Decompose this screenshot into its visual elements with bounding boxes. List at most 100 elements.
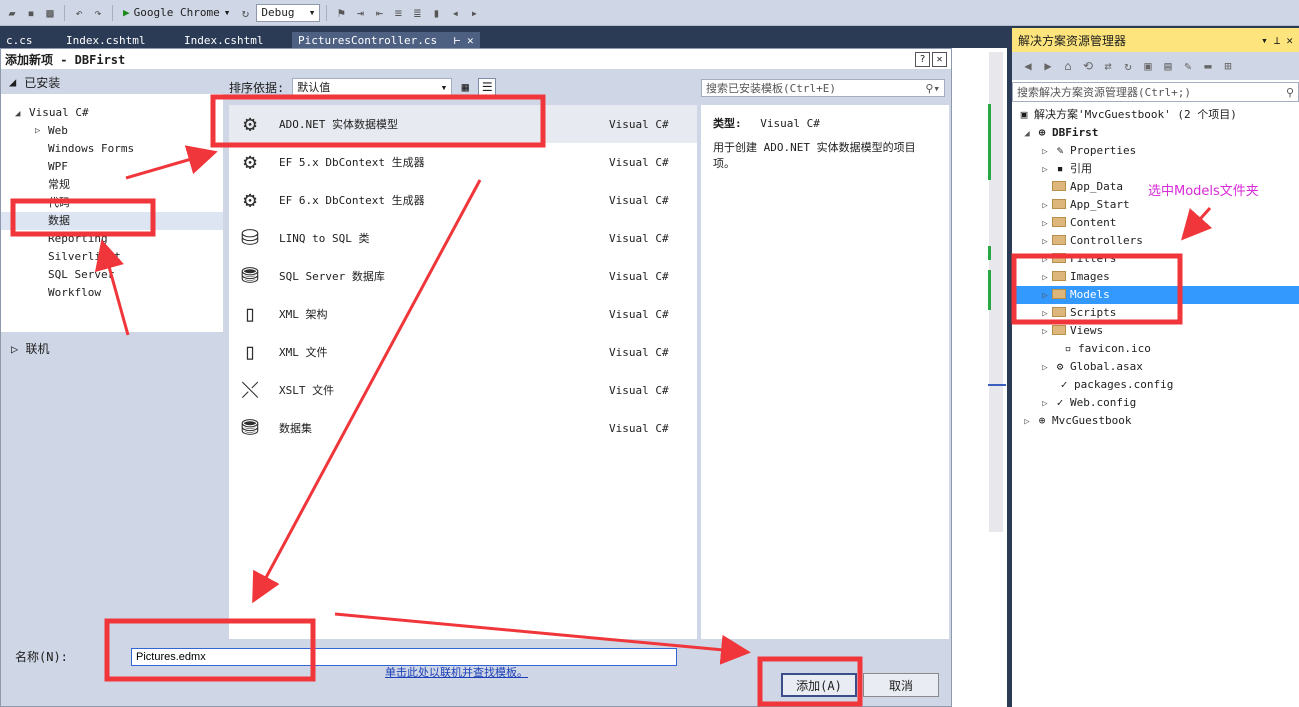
editor-scrollbar[interactable]: [989, 52, 1003, 532]
indent-icon[interactable]: ⇥: [352, 5, 368, 21]
tree-item-references[interactable]: ▷ ▪ 引用: [1012, 160, 1299, 178]
bookmark-icon[interactable]: ▮: [428, 5, 444, 21]
tree-item-reporting[interactable]: Reporting: [1, 230, 223, 248]
uncomment-icon[interactable]: ≣: [409, 5, 425, 21]
history-icon[interactable]: ⟲: [1080, 58, 1096, 74]
refresh-icon[interactable]: ↻: [1120, 58, 1136, 74]
tree-item-windows-forms[interactable]: Windows Forms: [1, 140, 223, 158]
add-button[interactable]: 添加(A): [781, 673, 857, 697]
change-marker: [988, 104, 991, 180]
tree-item-general[interactable]: 常规: [1, 176, 223, 194]
online-section[interactable]: ▷ 联机: [1, 332, 223, 638]
properties-icon[interactable]: ✎: [1180, 58, 1196, 74]
doc-tab[interactable]: Index.cshtml: [178, 32, 269, 48]
list-view-icon[interactable]: ☰: [478, 78, 497, 96]
tree-item-file[interactable]: ▷ ✓ Web.config: [1012, 394, 1299, 412]
close-icon[interactable]: ✕: [467, 34, 474, 47]
doc-tab[interactable]: c.cs: [0, 32, 39, 48]
tree-item-folder[interactable]: ▷ Content: [1012, 214, 1299, 232]
template-item[interactable]: ⚙ EF 5.x DbContext 生成器 Visual C#: [229, 143, 697, 181]
tree-item-code[interactable]: 代码: [1, 194, 223, 212]
grid-view-icon[interactable]: ▦: [456, 78, 474, 96]
tree-item-visual-csharp[interactable]: ◢ Visual C#: [1, 104, 223, 122]
home-icon[interactable]: ⌂: [1060, 58, 1076, 74]
next-bookmark-icon[interactable]: ▸: [466, 5, 482, 21]
tree-item-workflow[interactable]: Workflow: [1, 284, 223, 302]
tree-item-wpf[interactable]: WPF: [1, 158, 223, 176]
tree-item-project[interactable]: ◢ ⊕ DBFirst: [1012, 124, 1299, 142]
template-item[interactable]: ⛃ SQL Server 数据库 Visual C#: [229, 257, 697, 295]
tree-item-file[interactable]: ✓ packages.config: [1012, 376, 1299, 394]
solution-search-input[interactable]: 搜索解决方案资源管理器(Ctrl+;) ⚲: [1012, 82, 1299, 102]
tree-item-folder[interactable]: ▷ Views: [1012, 322, 1299, 340]
config-file-icon: ✓: [1060, 378, 1068, 391]
save-all-icon[interactable]: ▩: [42, 5, 58, 21]
tree-item-web[interactable]: ▷ Web: [1, 122, 223, 140]
web-project-icon: ⊕: [1038, 126, 1046, 139]
chevron-down-icon[interactable]: ▾: [1261, 34, 1268, 47]
tree-item-models-folder[interactable]: ▷ Models: [1012, 286, 1299, 304]
folder-icon: [1052, 181, 1066, 191]
back-icon[interactable]: ◀: [1020, 58, 1036, 74]
tree-item-sql-server[interactable]: SQL Server: [1, 266, 223, 284]
preview-icon[interactable]: ▬: [1200, 58, 1216, 74]
installed-header[interactable]: ◢ 已安装: [1, 70, 223, 94]
template-list: ⚙ ADO.NET 实体数据模型 Visual C# ⚙ EF 5.x DbCo…: [229, 105, 697, 679]
solution-tree: ▣ 解决方案'MvcGuestbook' (2 个项目) ◢ ⊕ DBFirst ▷ ✎…: [1012, 104, 1299, 430]
sync-icon[interactable]: ⇄: [1100, 58, 1116, 74]
tree-item-project[interactable]: ▷ ⊕ MvcGuestbook: [1012, 412, 1299, 430]
tree-item-folder[interactable]: ▷ Images: [1012, 268, 1299, 286]
template-search-input[interactable]: 搜索已安装模板(Ctrl+E) ⚲▾: [701, 79, 945, 97]
help-icon[interactable]: ?: [915, 51, 930, 67]
collapse-all-icon[interactable]: ▣: [1140, 58, 1156, 74]
doc-tab-active[interactable]: PicturesController.cs ⊢ ✕: [292, 32, 480, 48]
sort-select[interactable]: 默认值 ▾: [292, 78, 453, 96]
pin-icon[interactable]: ⊢: [454, 34, 461, 47]
tree-item-silverlight[interactable]: Silverlight: [1, 248, 223, 266]
tree-item-file[interactable]: ▷ ⚙ Global.asax: [1012, 358, 1299, 376]
show-all-files-icon[interactable]: ▤: [1160, 58, 1176, 74]
undo-icon[interactable]: ↶: [71, 5, 87, 21]
template-item[interactable]: ⤬ XSLT 文件 Visual C#: [229, 371, 697, 409]
template-item[interactable]: ⛁ LINQ to SQL 类 Visual C#: [229, 219, 697, 257]
template-item[interactable]: ⛃ 数据集 Visual C#: [229, 409, 697, 447]
save-icon[interactable]: ▪: [23, 5, 39, 21]
tree-item-file[interactable]: ▫ favicon.ico: [1012, 340, 1299, 358]
doc-tab-label: Index.cshtml: [66, 34, 146, 47]
refresh-icon[interactable]: ↻: [237, 5, 253, 21]
cancel-button[interactable]: 取消: [863, 673, 939, 697]
template-item[interactable]: ▯ XML 文件 Visual C#: [229, 333, 697, 371]
tree-item-folder[interactable]: ▷ Scripts: [1012, 304, 1299, 322]
close-icon[interactable]: ✕: [932, 51, 947, 67]
tree-item-label: Content: [1070, 216, 1117, 229]
run-browser-button[interactable]: ▶ Google Chrome ▾: [119, 6, 234, 19]
tree-item-data[interactable]: 数据: [1, 212, 223, 230]
close-icon[interactable]: ✕: [1286, 34, 1293, 47]
solution-explorer-toolbar: ◀ ▶ ⌂ ⟲ ⇄ ↻ ▣ ▤ ✎ ▬ ⊞: [1012, 52, 1299, 80]
class-diagram-icon[interactable]: ⊞: [1220, 58, 1236, 74]
tree-item-properties[interactable]: ▷ ✎ Properties: [1012, 142, 1299, 160]
doc-tab[interactable]: Index.cshtml: [60, 32, 151, 48]
name-input[interactable]: [131, 648, 677, 666]
template-item[interactable]: ⚙ EF 6.x DbContext 生成器 Visual C#: [229, 181, 697, 219]
tree-item-folder[interactable]: ▷ Controllers: [1012, 232, 1299, 250]
folder-open-icon[interactable]: ▰: [4, 5, 20, 21]
comment-icon[interactable]: ≡: [390, 5, 406, 21]
tree-item-folder[interactable]: ▷ Filters: [1012, 250, 1299, 268]
config-file-icon: ✓: [1056, 396, 1064, 409]
template-item[interactable]: ▯ XML 架构 Visual C#: [229, 295, 697, 333]
redo-icon[interactable]: ↷: [90, 5, 106, 21]
tree-item-label: Filters: [1070, 252, 1117, 265]
find-icon[interactable]: ⚑: [333, 5, 349, 21]
template-item[interactable]: ⚙ ADO.NET 实体数据模型 Visual C#: [229, 105, 697, 143]
outdent-icon[interactable]: ⇤: [371, 5, 387, 21]
pin-icon[interactable]: ⊥: [1274, 34, 1281, 47]
prev-bookmark-icon[interactable]: ◂: [447, 5, 463, 21]
tree-item-solution[interactable]: ▣ 解决方案'MvcGuestbook' (2 个项目): [1012, 106, 1299, 124]
forward-icon[interactable]: ▶: [1040, 58, 1056, 74]
folder-icon: [1052, 307, 1066, 317]
installed-label: 已安装: [24, 75, 61, 90]
solution-config-select[interactable]: Debug ▾: [256, 3, 321, 22]
dataset-icon: ⛃: [240, 415, 260, 441]
solution-explorer-title-bar: 解决方案资源管理器 ▾ ⊥ ✕: [1012, 28, 1299, 52]
